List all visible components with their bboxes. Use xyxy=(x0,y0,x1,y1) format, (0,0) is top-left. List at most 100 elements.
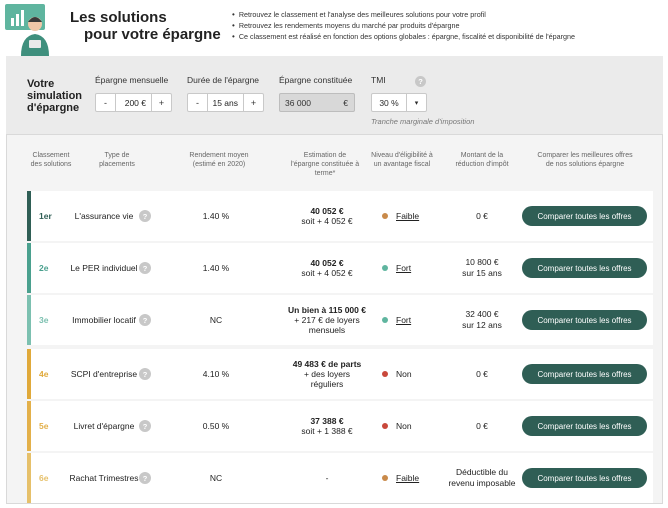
header-type: Type de placements xyxy=(99,152,135,168)
eligibility-dot-icon xyxy=(382,475,388,481)
duration-increment-button[interactable]: + xyxy=(243,94,263,111)
constituted-savings-value: 36 000 xyxy=(285,98,311,108)
results-panel: Classement des solutions Type de placement… xyxy=(6,134,663,504)
placement-help-icon[interactable]: ? xyxy=(139,368,151,380)
placement-type: Rachat Trimestres xyxy=(69,472,139,483)
currency-symbol: € xyxy=(343,98,348,108)
estimation-detail: - xyxy=(325,473,329,483)
average-yield: 0.50 % xyxy=(202,421,230,431)
eligibility-cell: Fort xyxy=(382,295,411,345)
estimation-main: Un bien à 115 000 € xyxy=(288,305,366,315)
compare-offers-button[interactable]: Comparer toutes les offres xyxy=(522,364,647,384)
chevron-down-icon[interactable]: ▾ xyxy=(406,94,426,111)
result-row: 2e Le PER individuel ? 1.40 % 40 052 € so… xyxy=(27,243,653,293)
estimation-main: 37 388 € xyxy=(310,416,344,426)
eligibility-dot-icon xyxy=(382,423,388,429)
placement-type: Le PER individuel xyxy=(70,262,138,273)
estimation-main: 49 483 € de parts xyxy=(292,359,362,369)
result-row: 1er L'assurance vie ? 1.40 % 40 052 € soi… xyxy=(27,191,653,241)
monthly-decrement-button[interactable]: - xyxy=(96,94,116,111)
estimation-detail: + des loyers xyxy=(303,369,351,379)
tax-reduction-line: Déductible du xyxy=(456,467,508,477)
placement-help-icon[interactable]: ? xyxy=(139,262,151,274)
rank-label: 3e xyxy=(39,315,49,325)
eligibility-level: Non xyxy=(396,369,412,379)
placement-help-icon[interactable]: ? xyxy=(139,420,151,432)
average-yield: 1.40 % xyxy=(202,211,230,221)
estimation-detail: soit + 1 388 € xyxy=(301,426,353,436)
constituted-savings-label: Épargne constituée xyxy=(279,75,353,85)
estimation-cell: 37 388 € soit + 1 388 € xyxy=(272,401,382,451)
tmi-select[interactable]: 30 % ▾ xyxy=(371,93,427,112)
eligibility-level[interactable]: Faible xyxy=(396,473,419,483)
estimation-detail: soit + 4 052 € xyxy=(301,268,353,278)
monthly-increment-button[interactable]: + xyxy=(151,94,171,111)
simulation-title: Votre simulation d'épargne xyxy=(27,78,83,114)
rank-color-bar xyxy=(27,453,31,503)
average-yield: 4.10 % xyxy=(202,369,230,379)
header-compare: Comparer les meilleures offres de nos sol… xyxy=(537,152,633,168)
eligibility-level[interactable]: Faible xyxy=(396,211,419,221)
duration-stepper: - 15 ans + xyxy=(187,93,264,112)
compare-offers-button[interactable]: Comparer toutes les offres xyxy=(522,206,647,226)
estimation-cell: 40 052 € soit + 4 052 € xyxy=(272,243,382,293)
result-row: 4e SCPI d'entreprise ? 4.10 % 49 483 € d… xyxy=(27,349,653,399)
intro-bullets: Retrouvez le classement et l'analyse des… xyxy=(232,9,575,42)
eligibility-cell: Fort xyxy=(382,243,411,293)
simulation-panel: Votre simulation d'épargne Épargne mensu… xyxy=(6,56,663,134)
tax-reduction-cell: 10 800 € sur 15 ans xyxy=(447,243,517,293)
estimation-main: 40 052 € xyxy=(310,258,344,268)
duration-input[interactable]: 15 ans xyxy=(208,94,243,111)
tax-reduction-line: revenu imposable xyxy=(448,478,516,488)
estimation-detail: + 217 € de loyers xyxy=(294,315,360,325)
eligibility-cell: Non xyxy=(382,349,412,399)
duration-label: Durée de l'épargne xyxy=(187,75,260,85)
monthly-savings-label: Épargne mensuelle xyxy=(95,75,169,85)
eligibility-cell: Non xyxy=(382,401,412,451)
eligibility-level[interactable]: Fort xyxy=(396,315,411,325)
tmi-note: Tranche marginale d'imposition xyxy=(371,117,475,126)
monthly-savings-stepper: - 200 € + xyxy=(95,93,172,112)
page-header: Les solutions pour votre épargne Retrouv… xyxy=(0,0,668,58)
intro-bullet: Retrouvez le classement et l'analyse des… xyxy=(232,9,575,20)
intro-bullet: Ce classement est réalisé en fonction de… xyxy=(232,31,575,42)
estimation-cell: - xyxy=(272,453,382,503)
result-row: 3e Immobilier locatif ? NC Un bien à 115… xyxy=(27,295,653,345)
result-row: 6e Rachat Trimestres ? NC - Faible Déduc… xyxy=(27,453,653,503)
estimation-detail: soit + 4 052 € xyxy=(301,216,353,226)
tax-reduction-line: sur 12 ans xyxy=(462,320,502,330)
rank-color-bar xyxy=(27,191,31,241)
tmi-value: 30 % xyxy=(379,97,399,108)
page-title: Les solutions pour votre épargne xyxy=(70,9,221,43)
compare-offers-button[interactable]: Comparer toutes les offres xyxy=(522,258,647,278)
estimation-cell: 49 483 € de parts + des loyers réguliers xyxy=(272,349,382,399)
rank-label: 2e xyxy=(39,263,49,273)
rank-color-bar xyxy=(27,295,31,345)
rank-color-bar xyxy=(27,243,31,293)
average-yield: 1.40 % xyxy=(202,263,230,273)
eligibility-level[interactable]: Fort xyxy=(396,263,411,273)
header-rank: Classement des solutions xyxy=(30,152,72,168)
compare-offers-button[interactable]: Comparer toutes les offres xyxy=(522,310,647,330)
eligibility-dot-icon xyxy=(382,371,388,377)
tmi-help-icon[interactable]: ? xyxy=(415,76,426,87)
compare-offers-button[interactable]: Comparer toutes les offres xyxy=(522,468,647,488)
header-estimation: Estimation de l'épargne constituée à terme… xyxy=(290,152,360,177)
placement-help-icon[interactable]: ? xyxy=(139,210,151,222)
rank-label: 1er xyxy=(39,211,52,221)
duration-decrement-button[interactable]: - xyxy=(188,94,208,111)
rank-color-bar xyxy=(27,349,31,399)
placement-type: SCPI d'entreprise xyxy=(70,368,138,379)
placement-type: Livret d'épargne xyxy=(73,420,135,431)
placement-help-icon[interactable]: ? xyxy=(139,314,151,326)
monthly-savings-input[interactable]: 200 € xyxy=(116,94,151,111)
rank-label: 4e xyxy=(39,369,49,379)
eligibility-dot-icon xyxy=(382,317,388,323)
header-rendement: Rendement moyen (estimé en 2020) xyxy=(189,152,249,168)
compare-offers-button[interactable]: Comparer toutes les offres xyxy=(522,416,647,436)
eligibility-level: Non xyxy=(396,421,412,431)
rank-label: 6e xyxy=(39,473,49,483)
placement-type: L'assurance vie xyxy=(74,210,134,221)
placement-help-icon[interactable]: ? xyxy=(139,472,151,484)
header-eligibility: Niveau d'éligibilité à un avantage fiscal xyxy=(371,152,433,168)
